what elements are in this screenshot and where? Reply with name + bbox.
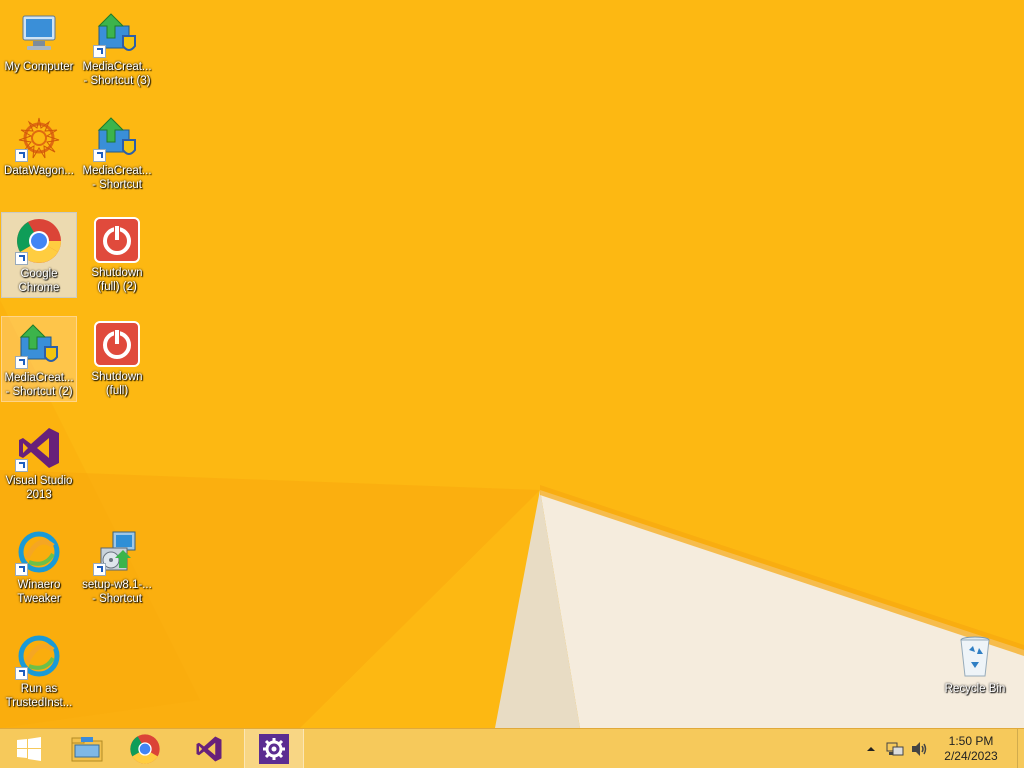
recycle-bin-icon[interactable]: Recycle Bin [937, 628, 1013, 714]
shortcut-arrow-icon [93, 45, 106, 58]
clock-date: 2/24/2023 [944, 748, 998, 763]
shortcut-arrow-icon [93, 149, 106, 162]
show-desktop-button[interactable] [1017, 729, 1024, 768]
shortcut-arrow-icon [15, 149, 28, 162]
recycle-bin-icon [951, 632, 999, 680]
shutdown-icon [93, 216, 141, 264]
shortcut-arrow-icon [15, 356, 28, 369]
google-chrome-icon[interactable]: Google Chrome [1, 212, 77, 298]
media-creation-icon [93, 10, 141, 58]
run-as-trustedinstaller-icon[interactable]: Run as TrustedInst... [1, 628, 77, 714]
media-creation-icon [93, 114, 141, 162]
chrome-taskbar-button[interactable] [116, 729, 174, 768]
taskbar: 1:50 PM 2/24/2023 [0, 728, 1024, 768]
mediacreation-shortcut-2-icon[interactable]: MediaCreat... - Shortcut (2) [1, 316, 77, 402]
setup-w81-shortcut-icon[interactable]: setup-w8.1-... - Shortcut [79, 524, 155, 610]
shortcut-arrow-icon [15, 667, 28, 680]
datawagon-icon [15, 114, 63, 162]
visual-studio-2013-icon[interactable]: Visual Studio 2013 [1, 420, 77, 506]
mediacreation-shortcut-3-icon[interactable]: MediaCreat... - Shortcut (3) [79, 6, 155, 92]
visual-studio-taskbar-button[interactable] [180, 729, 238, 768]
settings-taskbar-button[interactable] [244, 729, 304, 768]
visual-studio-icon [196, 736, 222, 761]
file-explorer-icon [71, 736, 103, 761]
shutdown-full-2-icon[interactable]: Shutdown (full) (2) [79, 212, 155, 298]
volume-icon[interactable] [907, 737, 931, 761]
system-tray: 1:50 PM 2/24/2023 [859, 729, 1024, 768]
network-icon[interactable] [883, 737, 907, 761]
winaero-tweaker-icon[interactable]: Winaero Tweaker [1, 524, 77, 610]
winaero-tweaker-icon [15, 632, 63, 680]
shutdown-icon [93, 320, 141, 368]
file-explorer-button[interactable] [58, 729, 116, 768]
shortcut-arrow-icon [15, 563, 28, 576]
windows-start-icon [17, 736, 41, 761]
shutdown-full-icon[interactable]: Shutdown (full) [79, 316, 155, 402]
desktop[interactable]: My Computer DataWagon... Google Chrome M… [0, 0, 1024, 728]
visual-studio-icon [15, 424, 63, 472]
shortcut-arrow-icon [93, 563, 106, 576]
computer-icon [15, 10, 63, 58]
clock[interactable]: 1:50 PM 2/24/2023 [931, 734, 1011, 764]
shortcut-arrow-icon [15, 459, 28, 472]
mediacreation-shortcut-icon[interactable]: MediaCreat... - Shortcut [79, 110, 155, 196]
media-creation-icon [15, 321, 63, 369]
winaero-tweaker-icon [15, 528, 63, 576]
chrome-icon [15, 217, 63, 265]
clock-time: 1:50 PM [948, 733, 994, 748]
setup-installer-icon [93, 528, 141, 576]
settings-gear-icon [259, 733, 289, 764]
datawagon-icon[interactable]: DataWagon... [1, 110, 77, 196]
my-computer-icon[interactable]: My Computer [1, 6, 77, 92]
show-hidden-icons-arrow[interactable] [859, 737, 883, 761]
start-button[interactable] [0, 729, 58, 768]
shortcut-arrow-icon [15, 252, 28, 265]
chrome-icon [130, 733, 160, 764]
